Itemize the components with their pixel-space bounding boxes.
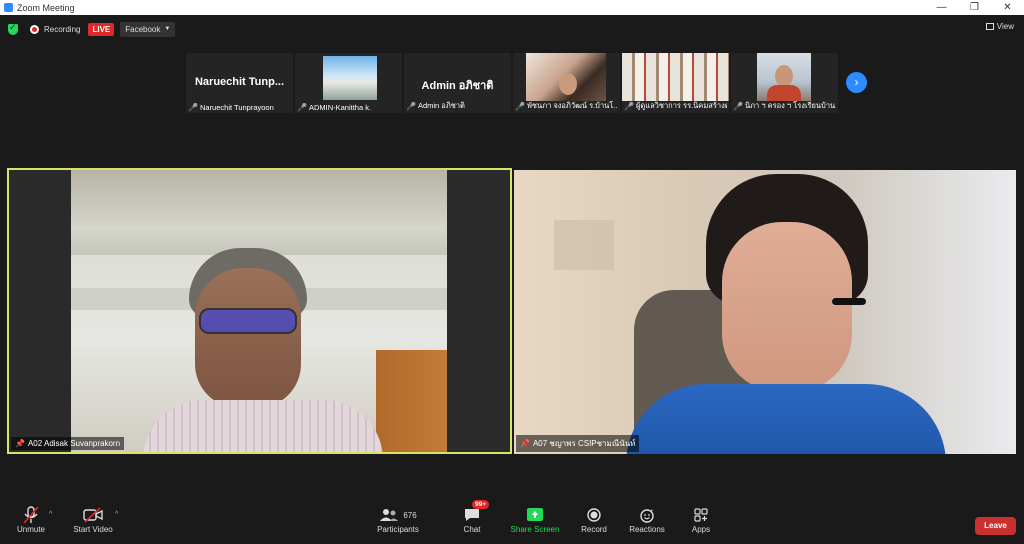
participant-face [775, 65, 793, 87]
speaker-face [722, 222, 852, 392]
participant-name: นิภา ฯ ครอง ฯ โรงเรียนบ้าน... [744, 101, 836, 110]
start-video-button[interactable]: Start Video [70, 505, 116, 534]
participant-name-label: 📌 A07 ชญาพร CSIPชามณีนันท์ [516, 435, 640, 452]
video-tile-active-speaker[interactable]: 📌 A02 Adisak Suvanprakorn [7, 168, 512, 454]
apps-icon [686, 505, 716, 525]
participant-video [622, 53, 729, 101]
participant-face [559, 73, 577, 95]
reactions-label: Reactions [629, 525, 665, 534]
svg-text:+: + [650, 509, 654, 515]
zoom-logo-icon [4, 3, 13, 12]
participant-name: Naruechit Tunprayoon [199, 103, 274, 112]
chevron-down-icon: ▼ [164, 26, 171, 32]
meeting-topbar: Recording LIVE Facebook ▼ [0, 15, 1024, 43]
start-video-label: Start Video [73, 525, 113, 534]
maximize-button[interactable]: ❐ [958, 2, 991, 13]
participant-name: Admin อภิชาติ [417, 101, 465, 110]
reactions-button[interactable]: + Reactions [627, 505, 667, 535]
participant-big-name: Naruechit Tunp... [194, 76, 285, 88]
video-tile[interactable]: 📌 A07 ชญาพร CSIPชามณีนันท์ [514, 170, 1016, 454]
participant-strip: Naruechit Tunp... 🎤 Naruechit Tunprayoon… [186, 53, 838, 113]
mic-muted-icon [12, 505, 50, 525]
participant-name: A02 Adisak Suvanprakorn [27, 439, 121, 448]
apps-button[interactable]: Apps [686, 505, 716, 534]
participants-icon: 676 [374, 505, 422, 525]
participant-shirt [767, 85, 801, 101]
audio-options-caret-icon[interactable]: ^ [49, 511, 52, 518]
participant-caption: 🎤 นิภา ฯ ครอง ฯ โรงเรียนบ้าน... [733, 100, 836, 112]
participants-button[interactable]: 676 Participants [374, 505, 422, 534]
chat-unread-badge: 99+ [472, 500, 490, 509]
profile-picture [323, 56, 377, 100]
stream-target-dropdown[interactable]: Facebook ▼ [120, 21, 176, 37]
participants-label: Participants [377, 525, 419, 534]
pin-icon: 📌 [15, 439, 25, 448]
share-screen-icon [509, 505, 561, 525]
apps-label: Apps [691, 525, 711, 534]
window-controls: — ❐ ✕ [925, 2, 1024, 13]
stream-target-label: Facebook [125, 24, 161, 34]
unmute-label: Unmute [16, 525, 45, 534]
mic-off-icon: 🎤 [406, 101, 416, 111]
participant-thumb[interactable]: Naruechit Tunp... 🎤 Naruechit Tunprayoon [186, 53, 293, 113]
video-frame [71, 170, 447, 452]
pin-icon: 📌 [520, 439, 530, 448]
record-icon [578, 505, 610, 525]
participant-thumb[interactable]: 🎤 นิภา ฯ ครอง ฯ โรงเรียนบ้าน... [731, 53, 838, 113]
view-grid-icon [985, 23, 994, 30]
mic-off-icon: 🎤 [515, 101, 525, 111]
share-screen-button[interactable]: Share Screen [509, 505, 561, 534]
close-button[interactable]: ✕ [991, 2, 1024, 13]
participant-caption: 🎤 Naruechit Tunprayoon [188, 103, 291, 112]
participant-thumb[interactable]: Admin อภิชาติ 🎤 Admin อภิชาติ [404, 53, 511, 113]
video-off-icon [70, 505, 116, 525]
speaker-shirt [143, 400, 383, 452]
participant-name: พัชนภา จงอภิวัฒน์ ร.บ้านโ... [526, 101, 618, 110]
mic-off-icon: 🎤 [624, 101, 634, 111]
window-title: Zoom Meeting [17, 2, 75, 13]
wooden-door [376, 350, 447, 452]
view-button[interactable]: View [985, 22, 1014, 31]
record-button[interactable]: Record [578, 505, 610, 534]
window-titlebar: Zoom Meeting — ❐ ✕ [0, 0, 1024, 15]
participant-name: ผู้ดูแลวิชาการ รร.นิคมสร้างตนเอง... [635, 101, 727, 110]
next-page-arrow-icon[interactable]: › [846, 72, 867, 93]
participant-caption: 🎤 พัชนภา จงอภิวัฒน์ ร.บ้านโ... [515, 100, 618, 112]
speaker-face [195, 268, 301, 408]
share-screen-label: Share Screen [510, 525, 560, 534]
headset-icon [832, 298, 866, 305]
participant-thumb[interactable]: 🎤 ผู้ดูแลวิชาการ รร.นิคมสร้างตนเอง... [622, 53, 729, 113]
minimize-button[interactable]: — [925, 2, 958, 13]
meeting-toolbar: Unmute ^ Start Video ^ 676 Participants … [0, 500, 1024, 544]
wall-decor [554, 220, 614, 270]
mic-off-icon: 🎤 [297, 103, 307, 112]
participant-name: A07 ชญาพร CSIPชามณีนันท์ [532, 439, 636, 448]
participant-caption: 🎤 Admin อภิชาติ [406, 100, 509, 112]
mic-off-icon: 🎤 [733, 101, 743, 111]
view-label: View [996, 22, 1014, 31]
video-options-caret-icon[interactable]: ^ [115, 511, 118, 518]
speaker-glasses [199, 308, 297, 334]
participant-thumb[interactable]: 🎤 ADMIN-Kanittha k. [295, 53, 402, 113]
record-label: Record [581, 525, 607, 534]
participant-name: ADMIN-Kanittha k. [308, 103, 372, 112]
chat-button[interactable]: Chat 99+ [458, 500, 490, 534]
chat-label: Chat [463, 525, 481, 534]
leave-button[interactable]: Leave [975, 517, 1016, 535]
participant-caption: 🎤 ผู้ดูแลวิชาการ รร.นิคมสร้างตนเอง... [624, 100, 727, 112]
mic-off-icon: 🎤 [188, 103, 198, 112]
recording-label: Recording [44, 24, 81, 34]
participant-name-label: 📌 A02 Adisak Suvanprakorn [11, 437, 125, 450]
recording-icon [30, 24, 39, 34]
participants-count: 676 [403, 510, 417, 520]
live-badge[interactable]: LIVE [88, 22, 115, 36]
participant-caption: 🎤 ADMIN-Kanittha k. [297, 103, 400, 112]
participant-thumb[interactable]: 🎤 พัชนภา จงอภิวัฒน์ ร.บ้านโ... [513, 53, 620, 113]
speaker-shirt [626, 384, 946, 454]
smiley-icon: + [627, 505, 667, 525]
security-shield-icon[interactable] [8, 22, 18, 35]
participant-big-name: Admin อภิชาติ [421, 80, 494, 92]
unmute-button[interactable]: Unmute [12, 505, 50, 534]
